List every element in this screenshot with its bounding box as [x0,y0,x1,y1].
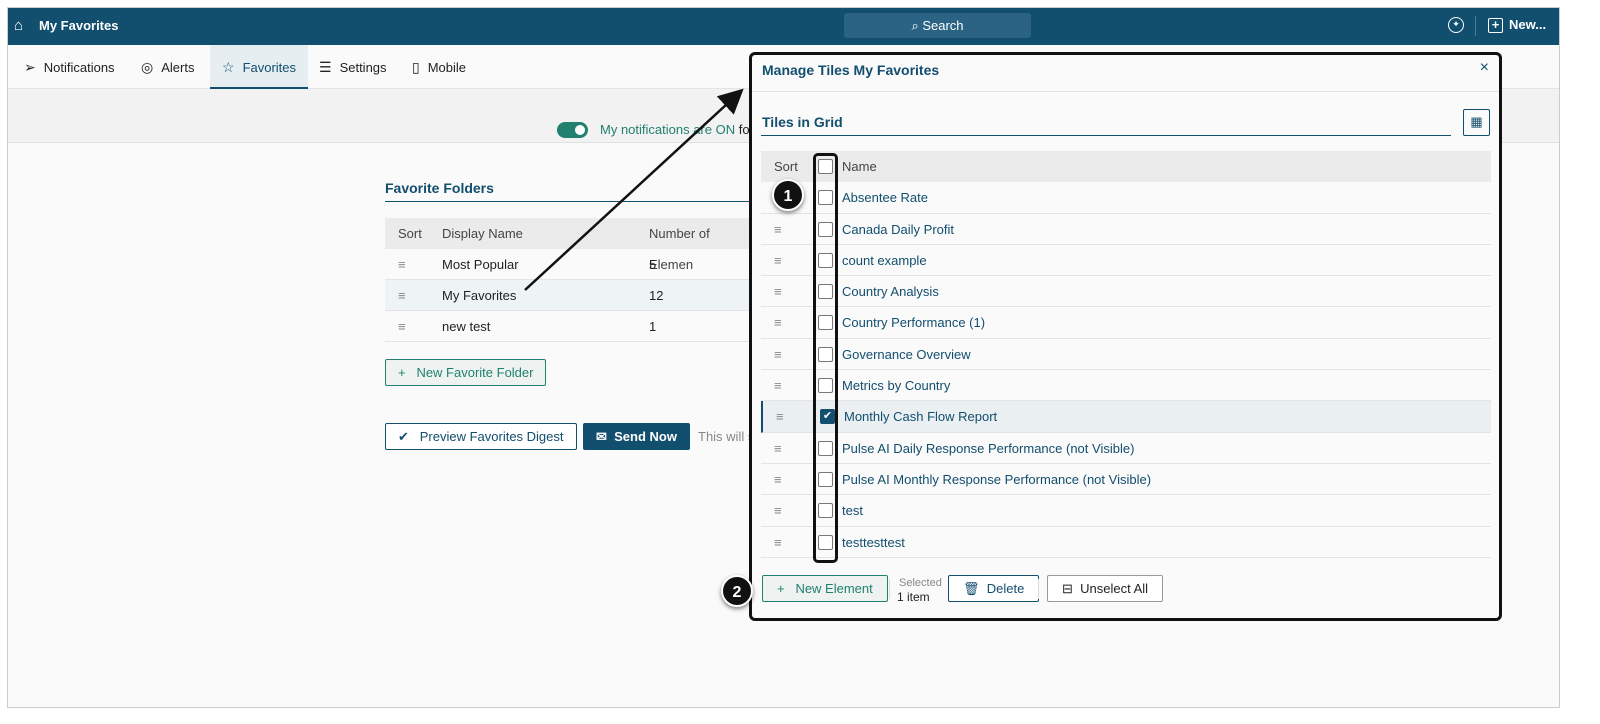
annotation-arrow [524,88,744,291]
